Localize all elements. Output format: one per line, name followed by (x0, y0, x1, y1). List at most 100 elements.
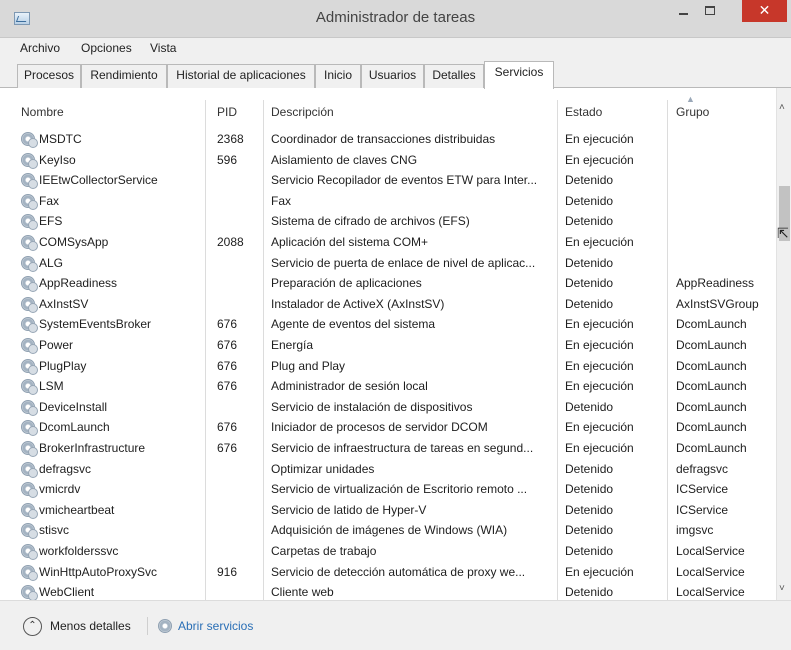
service-description: Sistema de cifrado de archivos (EFS) (271, 214, 470, 229)
service-group: DcomLaunch (676, 420, 747, 435)
service-gear-icon (21, 214, 38, 231)
menu-vista[interactable]: Vista (150, 41, 176, 55)
service-state: En ejecución (565, 441, 634, 455)
table-row[interactable]: COMSysApp 2088 Aplicación del sistema COM+… (0, 232, 776, 253)
service-gear-icon (21, 379, 38, 396)
tab-servicios[interactable]: Servicios (484, 61, 554, 89)
chevron-up-circle-icon: ⌃ (28, 620, 37, 631)
tab-rendimiento[interactable]: Rendimiento (81, 64, 167, 88)
service-description: Plug and Play (271, 358, 346, 373)
service-gear-icon (21, 317, 38, 334)
service-gear-icon (21, 338, 38, 354)
service-name: Power (39, 338, 74, 352)
service-description: Adquisición de imágenes de Windows (WIA) (271, 523, 508, 538)
table-row[interactable]: workfolderssvc Carpetas de trabajo Detenid… (0, 541, 776, 562)
table-row[interactable]: EFS Sistema de cifrado de archivos (EFS) D… (0, 211, 776, 232)
maximize-button[interactable] (697, 0, 723, 22)
tab-usuarios[interactable]: Usuarios (361, 64, 424, 88)
service-group: DcomLaunch (676, 379, 747, 394)
service-group: imgsvc (676, 523, 714, 538)
menu-opciones[interactable]: Opciones (81, 41, 132, 55)
service-state: En ejecución (565, 338, 634, 352)
service-pid: 676 (217, 441, 238, 455)
table-row[interactable]: AxInstSV Instalador de ActiveX (AxInstSV)… (0, 294, 776, 315)
close-button[interactable]: ✕ (742, 0, 787, 22)
table-row[interactable]: KeyIso 596 Aislamiento de claves CNG En eje… (0, 150, 776, 171)
open-services-link[interactable]: Abrir servicios (178, 619, 253, 633)
service-description: Cliente web (271, 585, 334, 600)
scroll-down-icon[interactable]: ˅ (779, 583, 785, 594)
service-name: BrokerInfrastructure (39, 441, 146, 455)
service-pid: 916 (217, 564, 238, 579)
table-row[interactable]: Power 676 Energía En ejecución DcomLaunch (0, 335, 776, 356)
service-name: workfolderssvc (39, 544, 119, 558)
service-description: Administrador de sesión local (271, 379, 428, 394)
column-header-group[interactable]: Grupo (676, 105, 709, 119)
table-row[interactable]: ALG Servicio de puerta de enlace de nivel… (0, 253, 776, 274)
tab-procesos[interactable]: Procesos (17, 64, 81, 88)
table-row[interactable]: SystemEventsBroker 676 Agente de eventos d… (0, 314, 776, 335)
table-row[interactable]: MSDTC 2368 Coordinador de transacciones di… (0, 129, 776, 150)
table-row[interactable]: WinHttpAutoProxySvc 916 Servicio de detecc… (0, 562, 776, 583)
tab-detalles[interactable]: Detalles (424, 64, 484, 88)
column-header-name[interactable]: Nombre (21, 105, 64, 119)
service-group: defragsvc (676, 461, 729, 476)
sort-up-icon: ▲ (686, 94, 695, 104)
table-row[interactable]: stisvc Adquisición de imágenes de Windows… (0, 520, 776, 541)
table-row[interactable]: Fax Fax Detenido (0, 191, 776, 212)
tab-historial[interactable]: Historial de aplicaciones (167, 64, 315, 88)
service-description: Instalador de ActiveX (AxInstSV) (271, 296, 445, 311)
service-pid: 676 (217, 420, 238, 435)
minimize-icon (678, 13, 688, 15)
service-name: SystemEventsBroker (39, 317, 152, 332)
service-pid: 2088 (217, 235, 244, 249)
services-list: Nombre PID Descripción Estado Grupo ▲ MS… (0, 88, 791, 600)
tab-inicio[interactable]: Inicio (315, 64, 361, 88)
service-description: Optimizar unidades (271, 461, 375, 476)
table-row[interactable]: vmicheartbeat Servicio de latido de Hyper… (0, 500, 776, 521)
service-name: IEEtwCollectorService (39, 173, 158, 188)
service-state: Detenido (565, 523, 614, 538)
service-state: Detenido (565, 502, 614, 517)
scroll-up-icon[interactable]: ˄ (779, 102, 785, 113)
service-state: Detenido (565, 173, 614, 188)
table-row[interactable]: defragsvc Optimizar unidades Detenido defra… (0, 459, 776, 480)
service-state: Detenido (565, 193, 614, 208)
service-description: Aplicación del sistema COM+ (271, 235, 429, 249)
table-row[interactable]: vmicrdv Servicio de virtualización de Esc… (0, 479, 776, 500)
menu-bar: Archivo Opciones Vista (0, 38, 791, 60)
service-description: Energía (271, 338, 314, 352)
table-row[interactable]: DeviceInstall Servicio de instalación de … (0, 397, 776, 418)
less-details-link[interactable]: Menos detalles (50, 619, 131, 633)
vertical-scrollbar[interactable]: ˄ ⇱ ˅ (776, 88, 791, 600)
service-state: En ejecución (565, 132, 634, 146)
table-row[interactable]: WebClient Cliente web Detenido LocalService (0, 582, 776, 600)
table-row[interactable]: PlugPlay 676 Plug and Play En ejecución Dcom… (0, 356, 776, 377)
menu-archivo[interactable]: Archivo (20, 41, 60, 55)
table-row[interactable]: AppReadiness Preparación de aplicaciones D… (0, 273, 776, 294)
service-gear-icon (21, 358, 38, 375)
service-name: LSM (39, 379, 64, 394)
service-name: defragsvc (39, 461, 92, 476)
collapse-details-button[interactable]: ⌃ (23, 617, 42, 636)
title-bar[interactable]: Administrador de tareas ✕ (0, 0, 791, 38)
table-row[interactable]: BrokerInfrastructure 676 Servicio de infra… (0, 438, 776, 459)
service-group: DcomLaunch (676, 358, 747, 373)
table-row[interactable]: IEEtwCollectorService Servicio Recopilado… (0, 170, 776, 191)
column-header-state[interactable]: Estado (565, 105, 602, 119)
service-description: Servicio de puerta de enlace de nivel de… (271, 255, 536, 270)
service-name: vmicrdv (39, 482, 81, 497)
service-state: En ejecución (565, 564, 634, 579)
service-name: vmicheartbeat (39, 502, 115, 517)
column-header-description[interactable]: Descripción (271, 105, 334, 119)
service-group: DcomLaunch (676, 399, 747, 414)
service-gear-icon (21, 193, 38, 210)
service-name: EFS (39, 214, 63, 229)
table-row[interactable]: LSM 676 Administrador de sesión local En ej… (0, 376, 776, 397)
minimize-button[interactable] (670, 0, 696, 22)
service-description: Servicio de instalación de dispositivos (271, 399, 473, 414)
service-name: stisvc (39, 523, 69, 538)
service-pid: 676 (217, 317, 238, 332)
table-row[interactable]: DcomLaunch 676 Iniciador de procesos de se… (0, 417, 776, 438)
column-header-pid[interactable]: PID (217, 105, 237, 119)
